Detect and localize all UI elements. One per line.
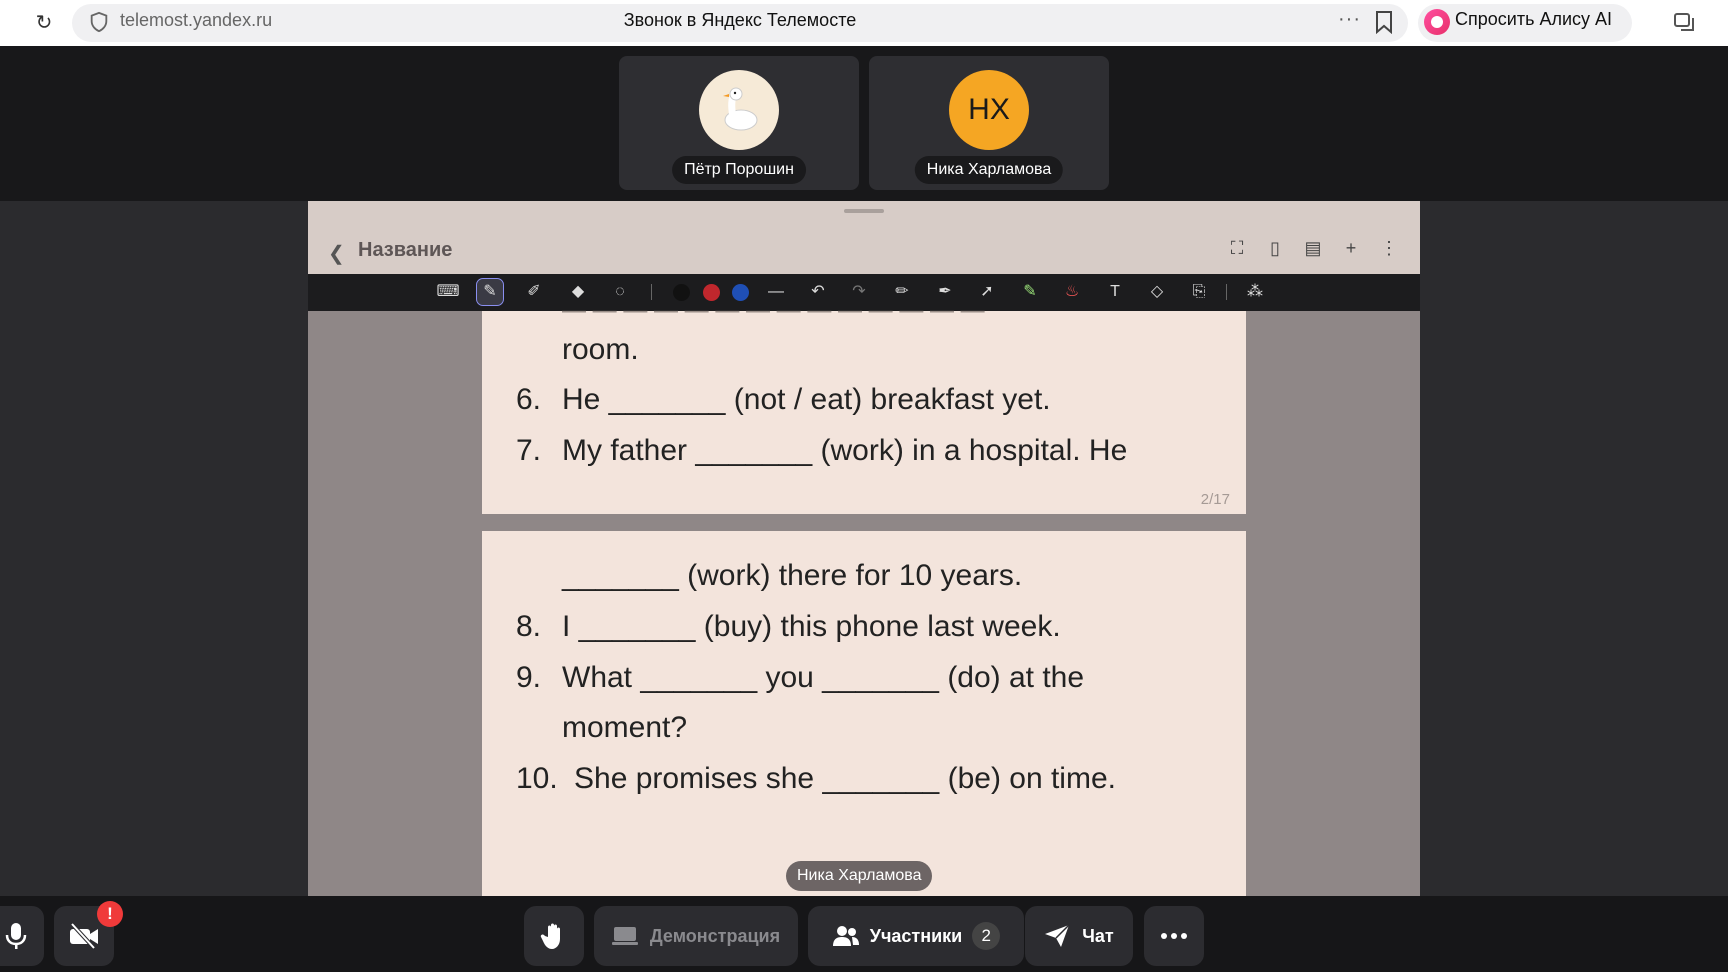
cut-off-line: — — — — — — — — — — — — — — [562,297,985,324]
bookmark-icon[interactable] [1374,10,1394,34]
worksheet-line: moment? [562,711,688,744]
page-indicator: 2/17 [1200,491,1230,508]
microphone-icon [5,923,27,949]
line-number: 7. [516,434,542,467]
more-icon[interactable]: ··· [1338,8,1361,31]
participant-tile[interactable]: НХ Ника Харламова [869,56,1109,190]
more-button[interactable] [1144,906,1204,966]
line-number: 8. [516,610,542,643]
worksheet-line: She promises she _______ (be) on time. [574,762,1116,795]
board-header: ❮ Название ⛶ ▯ ▤ + ⋮ [308,201,1420,274]
participants-button[interactable]: Участники 2 [808,906,1024,966]
line-number: 10. [516,762,558,795]
text-icon[interactable]: T [1102,279,1128,305]
board-title[interactable]: Название [358,239,452,262]
toolbar-divider [1226,284,1227,300]
participant-tile[interactable]: Пётр Порошин [619,56,859,190]
alice-label[interactable]: Спросить Алису AI [1455,9,1612,30]
ellipsis-icon [1161,933,1187,939]
line-number: 9. [516,661,542,694]
worksheet-line: I _______ (buy) this phone last week. [562,610,1061,643]
worksheet-line: room. [562,333,639,366]
alice-icon [1424,9,1450,35]
chat-label: Чат [1082,925,1114,946]
hand-icon [540,923,560,949]
chevron-left-icon[interactable]: ❮ [328,241,345,266]
speaker-label: Ника Харламова [786,861,933,891]
fullscreen-icon[interactable]: ⛶ [1226,237,1248,259]
drag-handle[interactable] [844,209,884,213]
browser-toolbar: ↻ telemost.yandex.ru Звонок в Яндекс Тел… [0,0,1728,46]
participants-count-badge: 2 [972,922,1001,950]
worksheet-line: My father _______ (work) in a hospital. … [562,434,1128,467]
highlighter-icon[interactable]: ✎ [1017,279,1043,305]
users-icon [832,926,859,946]
raise-hand-button[interactable] [524,906,584,966]
avatar-initials: НХ [968,93,1010,126]
worksheet-page: — — — — — — — — — — — — — — room. 6. He … [482,297,1246,514]
whiteboard[interactable]: ❮ Название ⛶ ▯ ▤ + ⋮ ⌨ ✎ ✐ ◆ ◌ — ↶ ↷ ✏ ✒ [308,201,1420,896]
paste-icon[interactable]: ⎘ [1186,279,1212,305]
plus-icon[interactable]: + [1340,237,1362,259]
laser-icon[interactable]: ♨ [1059,279,1085,305]
alert-badge: ! [97,901,123,927]
mic-button[interactable] [0,906,44,966]
document-icon[interactable]: ▤ [1302,237,1324,259]
camera-off-icon [70,922,98,950]
participant-name: Ника Харламова [914,156,1064,184]
worksheet-line: _______ (work) there for 10 years. [562,559,1023,592]
apps-icon[interactable]: ⁂ [1242,279,1268,305]
worksheet-line: He _______ (not / eat) breakfast yet. [562,383,1051,416]
chat-button[interactable]: Чат [1025,906,1133,966]
screen-share-button[interactable]: Демонстрация [594,906,798,966]
pen-icon[interactable]: ✎ [476,278,504,306]
send-icon [1045,924,1070,947]
worksheet-page: _______ (work) there for 10 years. 8. I … [482,531,1246,896]
keyboard-icon[interactable]: ⌨ [435,279,461,305]
screen-share-label: Демонстрация [649,925,781,946]
shapes-icon[interactable]: ◇ [1144,279,1170,305]
line-number: 6. [516,383,542,416]
book-icon[interactable]: ▯ [1264,237,1286,259]
avatar: НХ [949,70,1029,150]
stage: ❮ Название ⛶ ▯ ▤ + ⋮ ⌨ ✎ ✐ ◆ ◌ — ↶ ↷ ✏ ✒ [0,201,1728,896]
monitor-icon [611,927,638,945]
kebab-icon[interactable]: ⋮ [1378,237,1400,259]
participants-strip: Пётр Порошин НХ Ника Харламова [0,46,1728,201]
goose-icon [723,87,758,131]
participants-label: Участники [869,925,963,946]
worksheet-line: What _______ you _______ (do) at the [562,661,1085,694]
marker-icon[interactable]: ✐ [521,279,547,305]
participant-name: Пётр Порошин [672,156,806,184]
call-controls: Демонстрация Участники 2 Чат [0,896,1728,972]
page-title: Звонок в Яндекс Телемосте [623,10,857,30]
extension-icon[interactable] [1672,9,1698,35]
avatar [699,70,779,150]
